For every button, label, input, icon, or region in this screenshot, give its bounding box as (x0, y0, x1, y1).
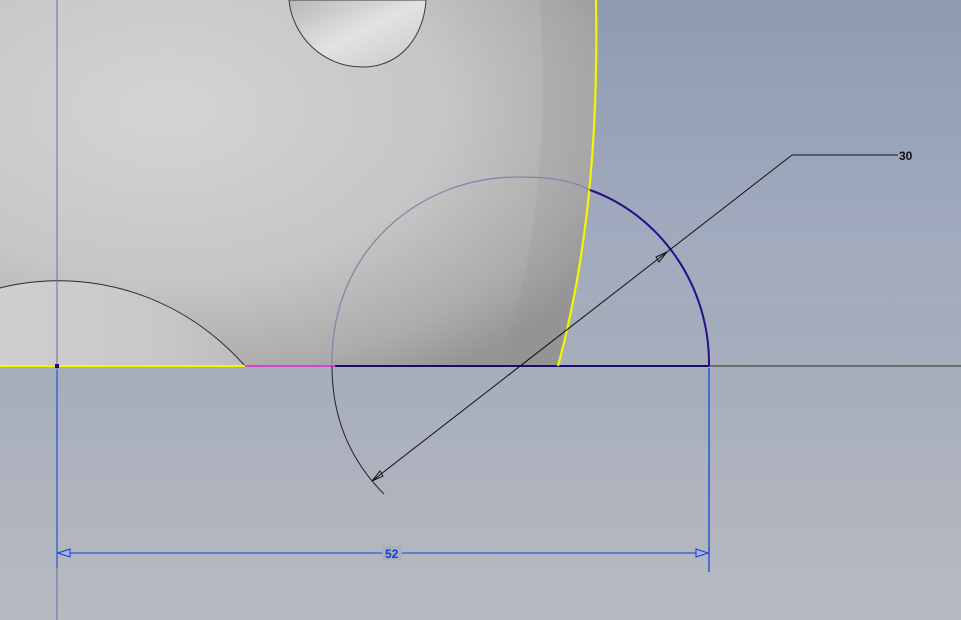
graphics-window[interactable]: 30 52 (0, 0, 961, 620)
diameter-arrow-upper (655, 251, 668, 263)
sketch-arc-right[interactable] (589, 189, 711, 367)
origin-point[interactable] (55, 364, 59, 368)
diameter-dimension-value[interactable]: 30 (899, 149, 913, 163)
construction-arc-lower[interactable] (331, 365, 385, 495)
horizontal-dimension-value[interactable]: 52 (385, 547, 399, 561)
horizontal-dim-arrow-left (56, 548, 71, 558)
horizontal-dim-arrow-right (695, 548, 710, 558)
sketch-canvas[interactable]: 30 52 (0, 0, 961, 620)
diameter-arrow-lower (371, 470, 384, 482)
